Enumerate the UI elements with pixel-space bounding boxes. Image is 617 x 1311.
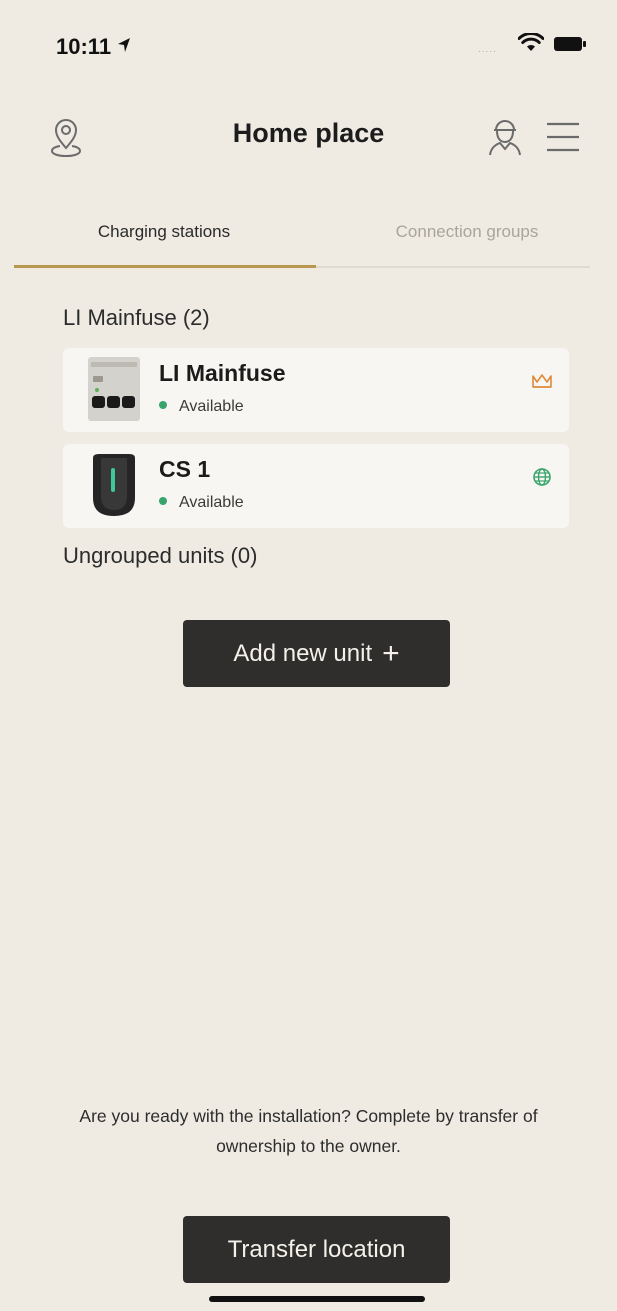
add-new-unit-button[interactable]: Add new unit + [183,620,450,687]
wifi-icon [518,33,544,51]
ungrouped-title: Ungrouped units (0) [63,543,258,568]
battery-icon [554,37,586,51]
add-new-unit-label: Add new unit [233,640,373,667]
cellular-signal-icon: ..... [478,44,497,55]
unit-card-li-mainfuse[interactable]: LI Mainfuse Available [63,348,569,432]
unit-status-label: Available [179,494,244,511]
installation-note: Are you ready with the installation? Com… [79,1106,538,1156]
tab-connection-groups[interactable]: Connection groups [317,222,617,242]
mainfuse-device-thumbnail [88,357,140,421]
installer-user-icon[interactable] [487,117,523,157]
globe-icon [533,468,551,486]
status-dot [159,401,167,409]
plus-icon: + [382,637,400,670]
status-time: 10:11 [56,34,112,59]
location-arrow-icon [118,38,130,52]
hamburger-menu-icon[interactable] [546,121,580,153]
tab-charging-stations[interactable]: Charging stations [14,222,314,242]
unit-card-cs-1[interactable]: CS 1 Available [63,444,569,528]
status-dot [159,497,167,505]
unit-status-label: Available [179,398,244,415]
group-title: LI Mainfuse (2) [63,305,210,330]
charging-station-thumbnail [93,454,135,516]
unit-status: Available [159,494,244,512]
unit-status: Available [159,398,244,416]
crown-icon [532,374,552,388]
active-tab-indicator [14,265,316,268]
page-title: Home place [232,118,385,148]
home-indicator [209,1296,425,1302]
unit-name: CS 1 [159,456,211,482]
unit-name: LI Mainfuse [159,360,286,386]
transfer-location-button[interactable]: Transfer location [183,1216,450,1283]
